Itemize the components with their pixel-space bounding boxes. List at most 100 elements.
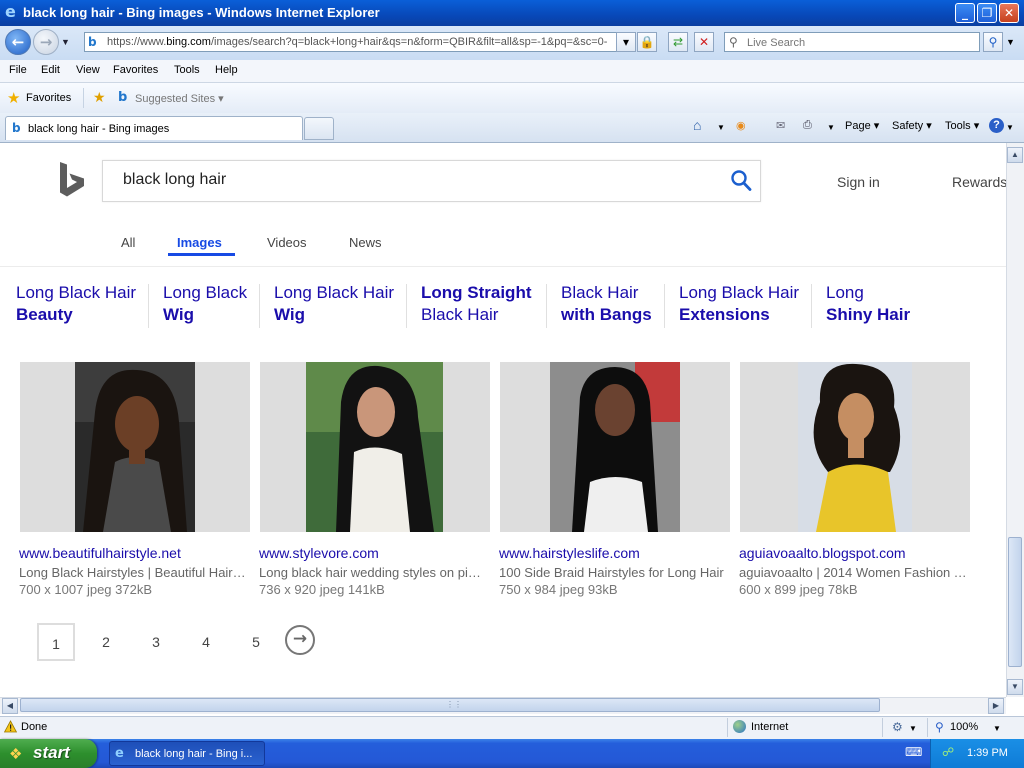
help-icon[interactable]: ? xyxy=(989,118,1004,133)
scroll-up-arrow-icon[interactable]: ▲ xyxy=(1007,147,1023,163)
bing-logo[interactable] xyxy=(58,161,86,199)
result-site-link[interactable]: www.hairstyleslife.com xyxy=(499,545,640,561)
suggested-sites-link[interactable]: Suggested Sites ▾ xyxy=(135,92,224,105)
forward-button[interactable]: → xyxy=(33,29,59,55)
scope-news[interactable]: News xyxy=(349,235,382,250)
taskbar-item-ie[interactable]: e black long hair - Bing i... xyxy=(109,741,265,766)
new-tab-button[interactable] xyxy=(304,117,334,140)
page-menu-button[interactable]: Page ▾ xyxy=(845,119,879,132)
print-dropdown-icon[interactable]: ▼ xyxy=(827,123,835,132)
windows-logo-icon: ❖ xyxy=(9,746,23,763)
favorites-star-icon[interactable]: ★ xyxy=(7,89,20,107)
bing-search-box[interactable]: black long hair xyxy=(102,160,761,202)
maximize-button[interactable]: ❐ xyxy=(977,3,997,23)
scope-images[interactable]: Images xyxy=(177,235,222,250)
live-search-go-button[interactable]: ⚲ xyxy=(983,32,1003,52)
security-zone-label[interactable]: Internet xyxy=(751,721,788,733)
protected-mode-icon[interactable]: ⚙ xyxy=(892,720,903,734)
network-tray-icon[interactable]: ☍ xyxy=(942,745,954,759)
related-search-black-hair-with-bangs[interactable]: Black Hair with Bangs xyxy=(561,282,652,326)
zoom-dropdown-icon[interactable]: ▼ xyxy=(993,724,1001,733)
result-image[interactable] xyxy=(20,362,250,532)
read-mail-icon[interactable]: ✉ xyxy=(776,119,785,132)
start-button[interactable]: ❖ start xyxy=(0,739,97,768)
result-meta: 750 x 984 jpeg 93kB xyxy=(499,582,618,597)
result-title[interactable]: aguiavoaalto | 2014 Women Fashion Trends xyxy=(739,565,967,580)
result-image[interactable] xyxy=(260,362,490,532)
taskbar-clock[interactable]: 1:39 PM xyxy=(967,747,1008,759)
taskbar-item-label: black long hair - Bing i... xyxy=(135,748,253,760)
rewards-link[interactable]: Rewards xyxy=(952,174,1006,190)
scroll-down-arrow-icon[interactable]: ▼ xyxy=(1007,679,1023,695)
menu-favorites[interactable]: Favorites xyxy=(113,64,158,76)
tools-menu-button[interactable]: Tools ▾ xyxy=(945,119,979,132)
result-site-link[interactable]: www.stylevore.com xyxy=(259,545,379,561)
close-button[interactable]: ✕ xyxy=(999,3,1019,23)
result-site-link[interactable]: www.beautifulhairstyle.net xyxy=(19,545,181,561)
related-search-long-black-hair-extensions[interactable]: Long Black Hair Extensions xyxy=(679,282,799,326)
back-button[interactable]: ← xyxy=(5,29,31,55)
page-1-current[interactable]: 1 xyxy=(37,623,75,661)
search-options-dropdown-icon[interactable]: ▼ xyxy=(1006,37,1015,47)
protected-mode-dropdown-icon[interactable]: ▼ xyxy=(909,724,917,733)
result-title[interactable]: Long Black Hairstyles | Beautiful Hairst… xyxy=(19,565,247,580)
related-search-long-black-hair-wig[interactable]: Long Black Hair Wig xyxy=(274,282,394,326)
recent-pages-dropdown-icon[interactable]: ▼ xyxy=(61,37,70,47)
zoom-icon[interactable]: ⚲ xyxy=(935,720,944,734)
help-dropdown-icon[interactable]: ▼ xyxy=(1006,123,1014,132)
tab-bing-images[interactable]: b black long hair - Bing images xyxy=(5,116,303,140)
related-search-long-black-wig[interactable]: Long Black Wig xyxy=(163,282,247,326)
menu-tools[interactable]: Tools xyxy=(174,64,200,76)
related-search-long-straight-black-hair[interactable]: Long Straight Black Hair xyxy=(421,282,531,326)
safety-menu-button[interactable]: Safety ▾ xyxy=(892,119,932,132)
address-dropdown-button[interactable]: ▾ xyxy=(616,32,636,52)
scope-videos[interactable]: Videos xyxy=(267,235,307,250)
menu-edit[interactable]: Edit xyxy=(41,64,60,76)
address-bar[interactable]: b https://www.bing.com/images/search?q=b… xyxy=(84,32,634,52)
add-to-favorites-bar-icon[interactable]: ★ xyxy=(93,89,106,106)
zoom-level[interactable]: 100% xyxy=(950,721,978,733)
page-3-link[interactable]: 3 xyxy=(137,623,175,661)
scroll-right-arrow-icon[interactable]: ▶ xyxy=(988,698,1004,714)
vertical-scroll-thumb[interactable] xyxy=(1008,537,1022,667)
related-search-long-shiny-hair[interactable]: Long Shiny Hair xyxy=(826,282,910,326)
menu-file[interactable]: File xyxy=(9,64,27,76)
page-4-link[interactable]: 4 xyxy=(187,623,225,661)
sign-in-link[interactable]: Sign in xyxy=(837,174,880,190)
active-scope-indicator xyxy=(168,253,235,256)
keyboard-icon[interactable]: ⌨ xyxy=(905,745,922,759)
home-dropdown-icon[interactable]: ▼ xyxy=(717,123,725,132)
scope-all[interactable]: All xyxy=(121,235,135,250)
result-image[interactable] xyxy=(500,362,730,532)
home-icon[interactable]: ⌂ xyxy=(693,117,701,133)
live-search-box[interactable]: ⚲ xyxy=(724,32,980,52)
minimize-button[interactable]: _ xyxy=(955,3,975,23)
related-divider xyxy=(546,284,547,328)
result-title[interactable]: Long black hair wedding styles on pinter… xyxy=(259,565,487,580)
next-page-arrow-icon[interactable]: → xyxy=(285,625,315,655)
print-icon[interactable]: ⎙ xyxy=(803,119,812,132)
feeds-icon[interactable]: ◉ xyxy=(736,119,746,132)
favorites-button[interactable]: Favorites xyxy=(26,92,71,104)
menu-help[interactable]: Help xyxy=(215,64,238,76)
window-title-bar[interactable]: e black long hair - Bing images - Window… xyxy=(0,0,1024,26)
related-divider xyxy=(406,284,407,328)
related-search-long-black-hair-beauty[interactable]: Long Black Hair Beauty xyxy=(16,282,136,326)
result-title[interactable]: 100 Side Braid Hairstyles for Long Hair xyxy=(499,565,727,580)
result-image[interactable] xyxy=(740,362,970,532)
address-url[interactable]: https://www.bing.com/images/search?q=bla… xyxy=(107,36,607,48)
lock-icon[interactable]: 🔒 xyxy=(637,32,657,52)
refresh-button[interactable]: ⇄ xyxy=(668,32,688,52)
result-site-link[interactable]: aguiavoaalto.blogspot.com xyxy=(739,545,906,561)
search-icon[interactable] xyxy=(729,169,753,193)
related-divider xyxy=(259,284,260,328)
related-divider xyxy=(664,284,665,328)
stop-button[interactable]: ✕ xyxy=(694,32,714,52)
status-text: Done xyxy=(21,721,48,733)
scroll-left-arrow-icon[interactable]: ◀ xyxy=(2,698,18,714)
bing-search-query[interactable]: black long hair xyxy=(123,171,226,189)
live-search-input[interactable] xyxy=(745,34,979,52)
menu-view[interactable]: View xyxy=(76,64,100,76)
page-5-link[interactable]: 5 xyxy=(237,623,275,661)
page-2-link[interactable]: 2 xyxy=(87,623,125,661)
